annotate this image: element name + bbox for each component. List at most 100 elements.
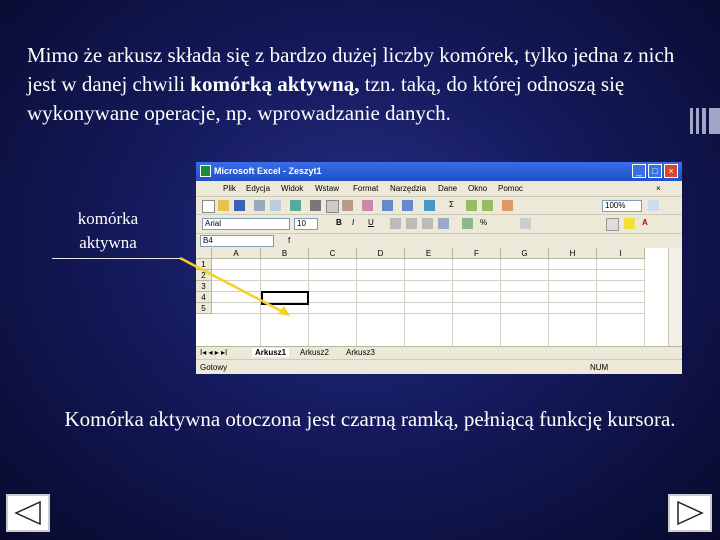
menu-item-format[interactable]: Format [353,184,378,193]
forward-arrow-icon [677,500,704,526]
row-header-5[interactable]: 5 [196,303,212,314]
column-header-e[interactable]: E [405,248,453,259]
font-color-icon[interactable]: A [642,218,653,229]
align-left-icon[interactable] [390,218,401,229]
tab-nav-icon[interactable]: I◂ ◂ ▸ ▸I [200,348,227,357]
redo-icon[interactable] [402,200,413,211]
status-bar: Gotowy NUM [196,359,682,374]
gridline-vertical [596,259,597,348]
cut-icon[interactable] [310,200,321,211]
menu-item-widok[interactable]: Widok [281,184,303,193]
menu-item-dane[interactable]: Dane [438,184,457,193]
gridline-vertical [548,259,549,348]
underline-icon[interactable]: U [368,218,379,229]
row-header-4[interactable]: 4 [196,292,212,303]
column-header-a[interactable]: A [212,248,261,259]
spelling-icon[interactable] [290,200,301,211]
intro-bold-term: komórką aktywną, [190,72,360,96]
borders-icon[interactable] [606,218,619,231]
sort-asc-icon[interactable] [466,200,477,211]
callout-label: komórka aktywna [77,209,139,252]
help-icon[interactable] [648,200,659,211]
tab-arkusz1[interactable]: Arkusz1 [252,348,290,357]
column-header-i[interactable]: I [597,248,645,259]
menu-item-narzedzia[interactable]: Narzędzia [390,184,426,193]
tab-arkusz3[interactable]: Arkusz3 [346,348,375,357]
undo-icon[interactable] [382,200,393,211]
column-header-f[interactable]: F [453,248,501,259]
decorative-bars [690,108,720,138]
open-icon[interactable] [218,200,229,211]
align-right-icon[interactable] [422,218,433,229]
worksheet-grid[interactable]: ABCDEFGHI 12345 [196,248,682,348]
autosum-icon[interactable]: Σ [446,200,457,211]
fill-color-icon[interactable] [624,218,635,229]
menu-close-icon[interactable]: × [656,184,661,193]
minimize-button[interactable]: _ [632,164,646,178]
maximize-button[interactable]: □ [648,164,662,178]
excel-title-bar[interactable]: Microsoft Excel - Zeszyt1 _ □ × [196,162,682,181]
row-header-2[interactable]: 2 [196,270,212,281]
gridline-vertical [500,259,501,348]
font-name-select[interactable]: Arial [202,218,290,230]
back-arrow-icon [14,500,41,526]
format-painter-icon[interactable] [362,200,373,211]
vertical-scrollbar[interactable] [668,248,682,348]
chart-wizard-icon[interactable] [502,200,513,211]
close-button[interactable]: × [664,164,678,178]
print-icon[interactable] [254,200,265,211]
bold-icon[interactable]: B [336,218,347,229]
menu-bar: Plik Edycja Widok Wstaw Format Narzędzia… [196,181,682,197]
column-header-h[interactable]: H [549,248,597,259]
gridline-horizontal [212,280,645,281]
gridline-vertical [356,259,357,348]
formula-bar: B4 f [196,234,682,249]
menu-item-okno[interactable]: Okno [468,184,487,193]
prev-slide-button[interactable] [6,494,50,532]
column-header-b[interactable]: B [261,248,309,259]
menu-item-plik[interactable]: Plik [223,184,236,193]
merge-center-icon[interactable] [438,218,449,229]
fx-icon[interactable]: f [288,236,299,247]
sort-desc-icon[interactable] [482,200,493,211]
select-all-corner[interactable] [196,248,212,259]
name-box[interactable]: B4 [200,235,274,247]
excel-window: Microsoft Excel - Zeszyt1 _ □ × Plik Edy… [196,162,682,374]
tab-arkusz2[interactable]: Arkusz2 [300,348,329,357]
intro-paragraph: Mimo że arkusz składa się z bardzo dużej… [27,41,707,128]
gridline-horizontal [212,313,645,314]
sheet-tabs: I◂ ◂ ▸ ▸I Arkusz1 Arkusz2 Arkusz3 [196,346,682,360]
gridline-vertical [644,259,645,348]
indent-icon[interactable] [520,218,531,229]
active-cell[interactable] [261,291,309,305]
standard-toolbar: Σ 100% [196,197,682,215]
column-header-c[interactable]: C [309,248,357,259]
paste-icon[interactable] [342,200,353,211]
status-num: NUM [590,363,609,372]
column-header-g[interactable]: G [501,248,549,259]
row-header-1[interactable]: 1 [196,259,212,270]
italic-icon[interactable]: I [352,218,363,229]
status-ready: Gotowy [200,363,228,372]
gridline-horizontal [212,269,645,270]
excel-title: Microsoft Excel - Zeszyt1 [214,166,322,176]
copy-icon[interactable] [326,200,339,213]
hyperlink-icon[interactable] [424,200,435,211]
currency-icon[interactable] [462,218,473,229]
row-header-3[interactable]: 3 [196,281,212,292]
preview-icon[interactable] [270,200,281,211]
font-size-select[interactable]: 10 [294,218,318,230]
menu-item-wstaw[interactable]: Wstaw [315,184,339,193]
new-icon[interactable] [202,200,215,213]
menu-item-pomoc[interactable]: Pomoc [498,184,523,193]
next-slide-button[interactable] [668,494,712,532]
align-center-icon[interactable] [406,218,417,229]
percent-icon[interactable]: % [480,218,491,229]
zoom-select[interactable]: 100% [602,200,642,212]
excel-logo-icon [200,165,211,177]
gridline-vertical [404,259,405,348]
column-header-d[interactable]: D [357,248,405,259]
menu-item-edycja[interactable]: Edycja [246,184,270,193]
save-icon[interactable] [234,200,245,211]
formatting-toolbar: Arial 10 B I U % A [196,215,682,234]
